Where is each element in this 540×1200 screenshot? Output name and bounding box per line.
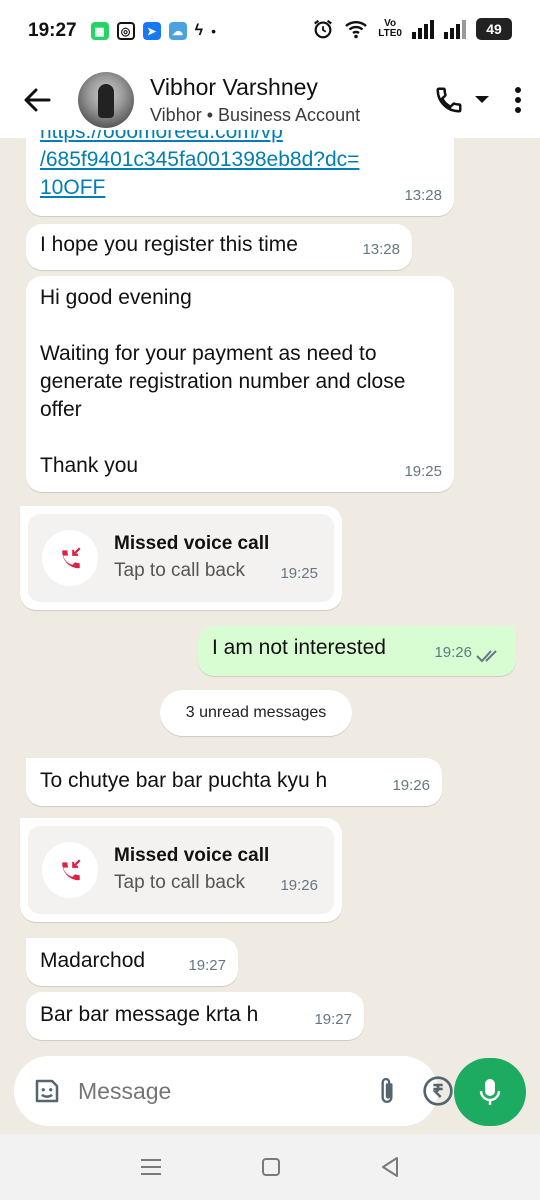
missed-call-bubble[interactable]: Missed voice call Tap to call back 19:26: [20, 818, 342, 922]
status-time: 19:27: [28, 20, 77, 41]
message-bubble[interactable]: Hi good evening Waiting for your payment…: [26, 276, 454, 492]
voice-message-button[interactable]: [454, 1058, 526, 1126]
more-vertical-icon: [515, 87, 521, 113]
message-time: 19:25: [404, 463, 442, 480]
more-notifications-dot: •: [211, 23, 216, 39]
dropdown-arrow-icon: [475, 96, 489, 103]
missed-call-title: Missed voice call: [114, 533, 270, 554]
notification-icons: ▦ ◎ ➤ ☁ ϟ •: [90, 22, 216, 40]
message-bubble[interactable]: To chutye bar bar puchta kyu h 19:26: [26, 758, 442, 806]
missed-call-card[interactable]: Missed voice call Tap to call back 19:26: [28, 826, 334, 914]
header-actions: [434, 85, 522, 115]
battery-indicator: 49: [476, 18, 512, 40]
message-time: 13:28: [362, 241, 400, 258]
status-right-icons: Vo LTE0 49: [312, 18, 512, 40]
message-bubble[interactable]: Madarchod 19:27: [26, 938, 238, 986]
mic-icon: [479, 1079, 501, 1105]
message-text: I hope you register this time: [40, 233, 298, 256]
message-time: 19:26: [392, 777, 430, 794]
missed-call-text: Missed voice call Tap to call back: [114, 531, 269, 585]
signal-icon-2: [444, 20, 466, 39]
message-composer: [14, 1056, 505, 1126]
recent-apps-button[interactable]: [140, 1158, 162, 1176]
message-time: 19:25: [280, 565, 318, 582]
message-time: 19:27: [314, 1011, 352, 1028]
sticker-button[interactable]: [32, 1076, 62, 1106]
message-time: 19:26: [280, 877, 318, 894]
message-bubble[interactable]: Bar bar message krta h 19:27: [26, 992, 364, 1040]
volte-indicator: Vo LTE0: [378, 19, 402, 39]
tap-to-call-back[interactable]: Tap to call back: [114, 557, 269, 585]
message-time: 19:26: [434, 644, 472, 661]
wifi-icon: [345, 21, 368, 39]
contact-info[interactable]: Vibhor Varshney Vibhor • Business Accoun…: [150, 73, 434, 127]
more-options-button[interactable]: [514, 87, 522, 113]
attach-button[interactable]: [374, 1075, 400, 1107]
message-text: To chutye bar bar puchta kyu h: [40, 769, 328, 792]
missed-call-card[interactable]: Missed voice call Tap to call back 19:25: [28, 514, 334, 602]
volte-bottom: LTE0: [378, 28, 402, 39]
missed-call-title: Missed voice call: [114, 845, 270, 866]
weather-icon: ☁: [168, 22, 187, 40]
back-nav-button[interactable]: [380, 1156, 400, 1178]
message-time: 19:27: [188, 957, 226, 974]
sticker-icon: [35, 1079, 59, 1103]
message-bubble[interactable]: I hope you register this time 13:28: [26, 224, 412, 270]
instagram-icon: ◎: [116, 22, 135, 40]
message-text: Hi good evening Waiting for your payment…: [40, 286, 406, 477]
back-triangle-icon: [382, 1157, 399, 1177]
message-bubble[interactable]: https://ooomoreed.com/vp /685f9401c345fa…: [26, 130, 454, 216]
rupee-payment-icon: [423, 1076, 453, 1106]
phone-icon: [436, 87, 462, 113]
flash-icon: ϟ: [194, 22, 204, 39]
alarm-icon: [314, 19, 333, 39]
outgoing-message-bubble[interactable]: I am not interested 19:26: [198, 626, 516, 676]
call-options-button[interactable]: [474, 95, 490, 105]
chat-header: Vibhor Varshney Vibhor • Business Accoun…: [0, 62, 540, 138]
double-check-read-icon: [476, 650, 497, 663]
attach-icon: [381, 1077, 393, 1104]
back-button[interactable]: [14, 77, 60, 123]
message-link-text[interactable]: https://ooomoreed.com/vp /685f9401c345fa…: [26, 130, 454, 212]
missed-call-icon-wrapper: [42, 530, 98, 586]
missed-call-bubble[interactable]: Missed voice call Tap to call back 19:25: [20, 506, 342, 610]
tap-to-call-back[interactable]: Tap to call back: [114, 869, 269, 897]
missed-call-text: Missed voice call Tap to call back: [114, 843, 269, 897]
avatar[interactable]: [78, 72, 134, 128]
missed-call-icon: [62, 859, 81, 881]
home-square-icon: [261, 1158, 280, 1176]
payment-button[interactable]: [422, 1075, 454, 1107]
status-bar: 19:27 ▦ ◎ ➤ ☁ ϟ • Vo LTE0 49: [0, 0, 540, 62]
missed-call-icon-wrapper: [42, 842, 98, 898]
contact-subtitle: Vibhor • Business Account: [150, 105, 361, 125]
signal-icon: [412, 20, 434, 39]
missed-call-icon: [62, 547, 81, 569]
home-button[interactable]: [261, 1157, 281, 1177]
unread-messages-divider: 3 unread messages: [160, 690, 352, 736]
contact-name: Vibhor Varshney: [150, 74, 318, 100]
app-notification-icon: ▦: [90, 22, 109, 40]
menu-lines-icon: [140, 1159, 161, 1175]
messenger-icon: ➤: [142, 22, 161, 40]
message-text: Bar bar message krta h: [40, 1003, 259, 1026]
message-time: 13:28: [404, 187, 442, 204]
system-nav-bar: [0, 1134, 540, 1200]
message-input[interactable]: [78, 1077, 374, 1105]
back-arrow-icon: [24, 88, 51, 112]
call-button[interactable]: [434, 85, 464, 115]
